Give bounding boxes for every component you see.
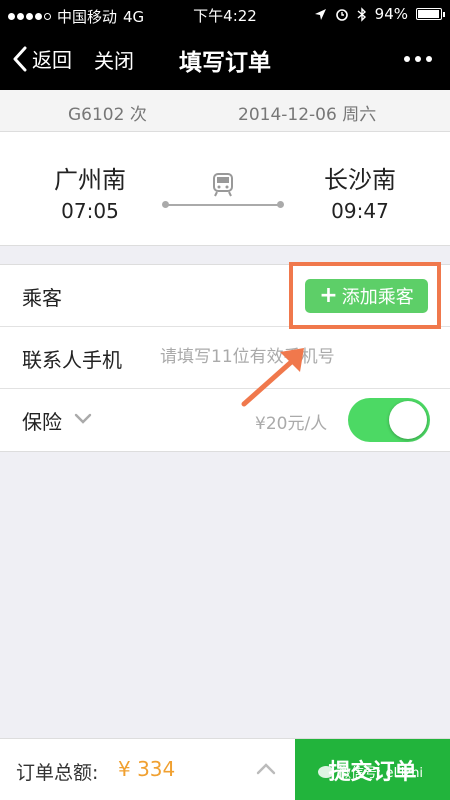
back-button[interactable]: 返回 — [12, 44, 72, 73]
departure-time: 07:05 — [61, 199, 119, 223]
order-total-label: 订单总额: — [16, 762, 99, 784]
alarm-icon — [335, 9, 348, 21]
train-icon — [213, 173, 233, 197]
train-date: 2014-12-06 周六 — [238, 105, 377, 125]
arrival-time: 09:47 — [331, 199, 389, 223]
station-card: 广州南 07:05 长沙南 09:47 — [0, 132, 450, 246]
nav-bar: 返回 关闭 填写订单 — [0, 30, 450, 90]
more-options-icon[interactable] — [404, 56, 432, 62]
route-line — [162, 201, 284, 208]
battery-fill — [418, 10, 439, 18]
arrival-station-name: 长沙南 — [324, 166, 396, 194]
passenger-label: 乘客 — [22, 286, 62, 310]
arrival-station: 长沙南 09:47 — [290, 160, 430, 223]
battery-percent: 94% — [374, 5, 408, 23]
close-button[interactable]: 关闭 — [94, 45, 134, 74]
toggle-knob — [389, 401, 427, 439]
battery-icon — [416, 8, 445, 20]
train-info: G6102 次 2014-12-06 周六 — [0, 90, 450, 132]
order-total-value: ¥ 334 — [118, 757, 176, 781]
location-icon — [314, 8, 326, 20]
insurance-toggle[interactable] — [348, 398, 430, 442]
insurance-price: ¥20元/人 — [255, 414, 328, 434]
status-bar: 中国移动 4G 下午4:22 94% — [0, 0, 450, 30]
contact-phone-input[interactable] — [160, 341, 430, 373]
train-number: G6102 次 — [68, 105, 147, 125]
add-passenger-label: 添加乘客 — [341, 287, 414, 308]
departure-station-name: 广州南 — [54, 166, 126, 194]
back-label: 返回 — [32, 48, 72, 72]
chevron-up-icon[interactable] — [256, 763, 276, 775]
chevron-down-icon[interactable] — [74, 413, 92, 425]
insurance-label: 保险 — [22, 410, 62, 434]
contact-phone-label: 联系人手机 — [22, 348, 122, 372]
departure-station: 广州南 07:05 — [20, 160, 160, 223]
chevron-left-icon — [13, 46, 27, 71]
plus-icon: + — [319, 283, 338, 308]
submit-order-button[interactable]: 提交订单 — [295, 739, 450, 800]
insurance-row[interactable]: 保险 ¥20元/人 — [0, 389, 450, 451]
passenger-row: 乘客 + 添加乘客 — [0, 265, 450, 327]
bottom-bar: 订单总额: ¥ 334 提交订单 — [0, 738, 450, 800]
bluetooth-icon — [357, 6, 366, 22]
order-form: 乘客 + 添加乘客 联系人手机 保险 ¥20元/人 — [0, 264, 450, 452]
contact-phone-row: 联系人手机 — [0, 327, 450, 389]
status-right: 94% — [314, 5, 445, 23]
add-passenger-button[interactable]: + 添加乘客 — [305, 279, 428, 313]
